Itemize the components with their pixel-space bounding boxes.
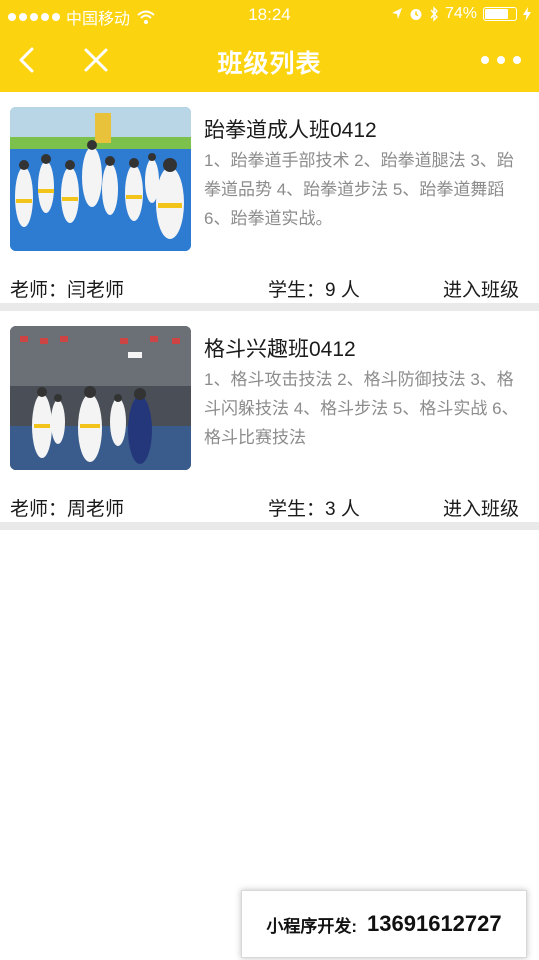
promo-banner: 小程序开发: 13691612727 bbox=[241, 890, 527, 958]
student-count: 学生：9 人 bbox=[268, 280, 360, 301]
promo-label: 小程序开发: bbox=[266, 916, 358, 936]
class-card[interactable]: 跆拳道成人班0412 1、跆拳道手部技术 2、跆拳道腿法 3、跆拳道品势 4、跆… bbox=[0, 92, 539, 311]
promo-phone: 13691612727 bbox=[367, 911, 502, 936]
status-bar: 中国移动 18:24 74% bbox=[0, 0, 539, 30]
location-icon bbox=[391, 8, 402, 19]
class-list: 跆拳道成人班0412 1、跆拳道手部技术 2、跆拳道腿法 3、跆拳道品势 4、跆… bbox=[0, 92, 539, 530]
class-description: 1、格斗攻击技法 2、格斗防御技法 3、格斗闪躲技法 4、格斗步法 5、格斗实战… bbox=[204, 370, 519, 447]
teacher-label: 老师：闫老师 bbox=[10, 280, 125, 301]
class-thumbnail[interactable] bbox=[10, 326, 191, 470]
bluetooth-icon bbox=[430, 6, 438, 22]
nav-bar: 班级列表 bbox=[0, 30, 539, 92]
class-description: 1、跆拳道手部技术 2、跆拳道腿法 3、跆拳道品势 4、跆拳道步法 5、跆拳道舞… bbox=[204, 151, 514, 228]
status-right: 74% bbox=[391, 5, 531, 23]
teacher-label: 老师：周老师 bbox=[10, 499, 125, 520]
battery-icon bbox=[483, 7, 517, 21]
enter-class-button[interactable]: 进入班级 bbox=[443, 494, 519, 521]
page-title: 班级列表 bbox=[217, 50, 322, 78]
class-thumbnail[interactable] bbox=[10, 107, 191, 251]
alarm-icon bbox=[410, 9, 422, 20]
charging-icon bbox=[523, 7, 531, 21]
class-name[interactable]: 格斗兴趣班0412 bbox=[204, 333, 356, 363]
battery-percent: 74% bbox=[444, 5, 477, 22]
enter-class-button[interactable]: 进入班级 bbox=[443, 275, 519, 302]
class-card[interactable]: 格斗兴趣班0412 1、格斗攻击技法 2、格斗防御技法 3、格斗闪躲技法 4、格… bbox=[0, 311, 539, 530]
student-count: 学生：3 人 bbox=[268, 499, 360, 520]
more-icon[interactable] bbox=[481, 48, 521, 72]
class-footer: 老师：周老师 学生：3 人 进入班级 bbox=[0, 494, 539, 521]
class-footer: 老师：闫老师 学生：9 人 进入班级 bbox=[0, 275, 539, 302]
class-name[interactable]: 跆拳道成人班0412 bbox=[204, 114, 377, 144]
